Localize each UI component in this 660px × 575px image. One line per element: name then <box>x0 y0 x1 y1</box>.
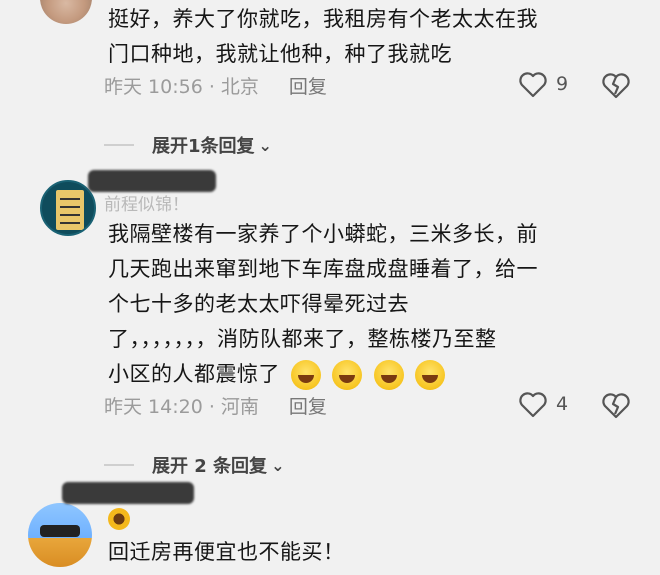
comment-meta: 昨天 10:56 · 北京 回复 <box>104 72 327 99</box>
comment-line: 我隔壁楼有一家养了个小蟒蛇，三米多长，前 <box>108 222 538 246</box>
reply-button[interactable]: 回复 <box>289 392 327 419</box>
chevron-down-icon: ⌄ <box>271 455 285 475</box>
comment-meta: 昨天 14:20 · 河南 回复 <box>104 392 327 419</box>
expand-replies-button[interactable]: 展开 2 条回复 ⌄ <box>104 452 284 478</box>
expand-replies-button[interactable]: 展开1条回复 ⌄ <box>104 132 272 158</box>
comment-line-with-emoji: 小区的人都震惊了 <box>108 357 538 392</box>
reply-button[interactable]: 回复 <box>289 72 327 99</box>
comment-time: 昨天 14:20 · 河南 <box>104 396 259 418</box>
grinning-sweat-emoji-icon <box>332 360 363 390</box>
grinning-sweat-emoji-icon <box>291 360 322 390</box>
comment-line: 几天跑出来窜到地下车库盘成盘睡着了，给一 <box>108 257 538 281</box>
scroll-icon <box>56 190 84 230</box>
like-button[interactable]: 9 <box>518 70 568 98</box>
grinning-sweat-emoji-icon <box>414 360 445 390</box>
comment-line: 门口种地，我就让他种，种了我就吃 <box>108 42 452 66</box>
comment-text: 我隔壁楼有一家养了个小蟒蛇，三米多长，前 几天跑出来窜到地下车库盘成盘睡着了，给… <box>108 217 538 392</box>
comment-line: 了，，，，，，，消防队都来了，整栋楼乃至整 <box>108 327 497 351</box>
comment-time: 昨天 10:56 · 北京 <box>104 76 259 98</box>
like-count: 9 <box>556 73 569 95</box>
divider <box>104 144 134 146</box>
avatar[interactable] <box>40 0 92 24</box>
username[interactable]: 前程似锦！ <box>104 190 189 215</box>
avatar[interactable] <box>28 503 92 567</box>
comment-text: 挺好，养大了你就吃，我租房有个老太太在我 门口种地，我就让他种，种了我就吃 <box>108 2 538 72</box>
expand-label: 展开 2 条回复 <box>152 456 268 477</box>
redaction-bar <box>88 170 216 192</box>
broken-heart-icon[interactable] <box>600 390 632 420</box>
like-button[interactable]: 4 <box>518 390 568 418</box>
sunflower-icon <box>108 508 130 530</box>
comment-line: 回迁房再便宜也不能买！ <box>108 540 345 564</box>
chevron-down-icon: ⌄ <box>258 135 272 155</box>
grinning-sweat-emoji-icon <box>373 360 404 390</box>
comment-line: 挺好，养大了你就吃，我租房有个老太太在我 <box>108 7 538 31</box>
sunglasses-icon <box>40 525 80 537</box>
comment-text: 回迁房再便宜也不能买！ <box>108 535 345 570</box>
heart-outline-icon <box>519 72 547 98</box>
expand-label: 展开1条回复 <box>152 136 255 157</box>
comment-line: 小区的人都震惊了 <box>108 362 280 386</box>
broken-heart-icon[interactable] <box>600 70 632 100</box>
comment-line: 个七十多的老太太吓得晕死过去 <box>108 292 409 316</box>
divider <box>104 464 134 466</box>
heart-outline-icon <box>519 392 547 418</box>
redaction-bar <box>62 482 194 504</box>
like-count: 4 <box>556 393 569 415</box>
